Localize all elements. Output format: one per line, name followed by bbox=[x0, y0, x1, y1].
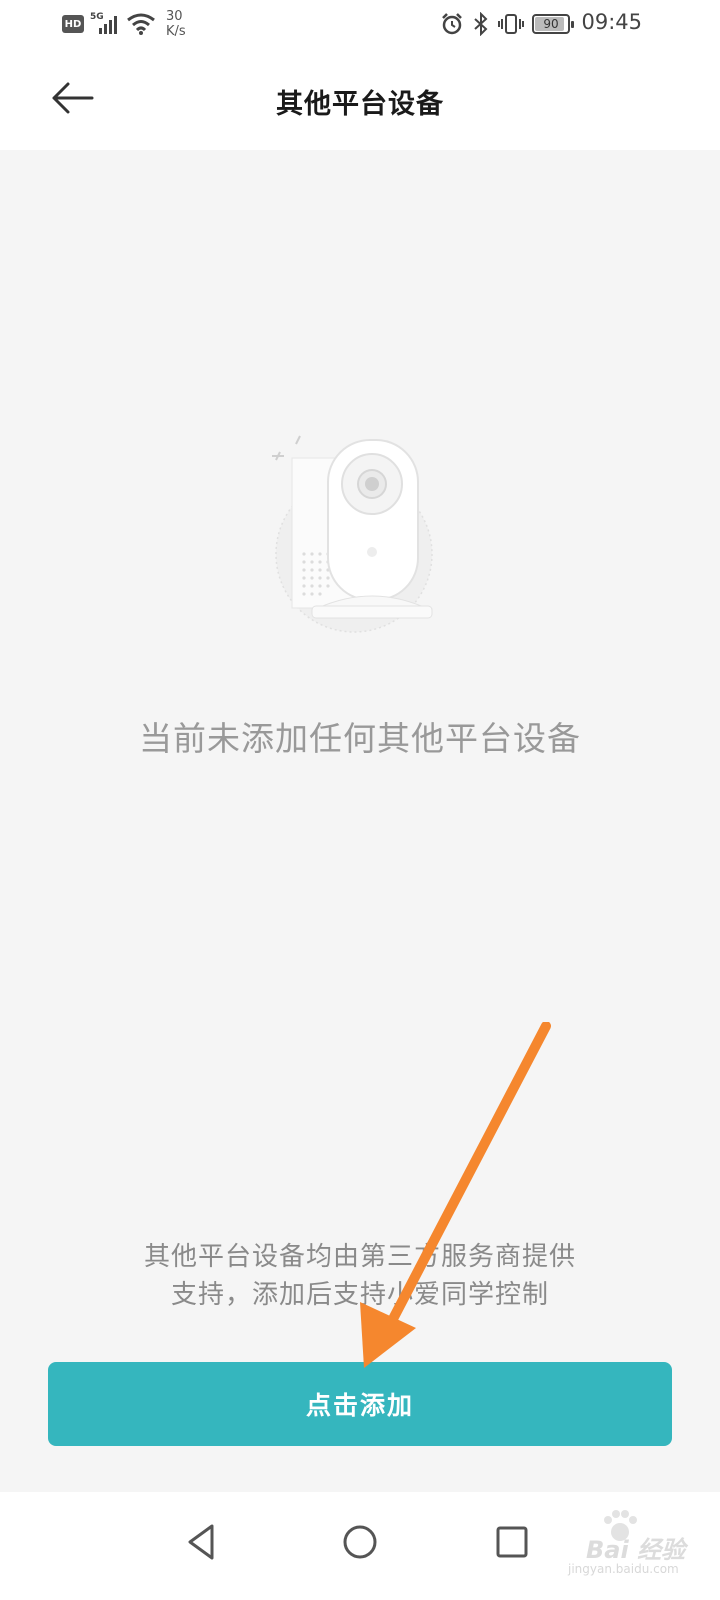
status-time: 09:45 bbox=[581, 10, 642, 34]
network-speed: 30 K/s bbox=[166, 9, 186, 39]
note-line-2: 支持，添加后支持小爱同学控制 bbox=[170, 1280, 549, 1310]
third-party-note: 其他平台设备均由第三方服务商提供 支持，添加后支持小爱同学控制 bbox=[0, 1238, 720, 1314]
main-content: 当前未添加任何其他平台设备 其他平台设备均由第三方服务商提供 支持，添加后支持小… bbox=[0, 150, 720, 1492]
battery-level: 90 bbox=[543, 17, 559, 31]
baidu-watermark: Bai 经验 jingyan.baidu.com bbox=[560, 1510, 690, 1576]
page-title: 其他平台设备 bbox=[276, 89, 444, 120]
watermark-url: jingyan.baidu.com bbox=[568, 1562, 679, 1576]
signal-icon: 5G bbox=[90, 12, 120, 36]
camera-icon bbox=[272, 435, 433, 633]
nav-back-button[interactable] bbox=[172, 1512, 232, 1572]
watermark-logo-text: Bai 经验 bbox=[586, 1536, 686, 1564]
note-line-1: 其他平台设备均由第三方服务商提供 bbox=[143, 1242, 576, 1272]
battery-icon: 90 bbox=[532, 14, 574, 34]
speed-value: 30 bbox=[166, 9, 183, 24]
hd-badge: HD bbox=[62, 15, 84, 33]
status-left: HD 5G 30 K/s bbox=[62, 8, 186, 40]
home-circle-icon bbox=[343, 1525, 377, 1559]
status-bar: HD 5G 30 K/s 90 09:45 bbox=[0, 0, 720, 48]
nav-home-button[interactable] bbox=[330, 1512, 390, 1572]
back-triangle-icon bbox=[188, 1524, 214, 1560]
alarm-icon bbox=[442, 13, 462, 35]
vibrate-icon bbox=[498, 14, 524, 34]
bluetooth-icon bbox=[474, 12, 488, 36]
arrow-pointer-icon bbox=[360, 1022, 551, 1368]
add-device-button[interactable]: 点击添加 bbox=[48, 1362, 672, 1446]
recents-square-icon bbox=[496, 1526, 528, 1558]
empty-message: 当前未添加任何其他平台设备 bbox=[139, 719, 581, 758]
speed-unit: K/s bbox=[166, 24, 186, 39]
nav-recents-button[interactable] bbox=[482, 1512, 542, 1572]
status-right: 90 bbox=[440, 10, 574, 38]
wifi-icon bbox=[127, 13, 155, 35]
system-nav-bar: Bai 经验 jingyan.baidu.com bbox=[0, 1492, 720, 1600]
app-bar: 其他平台设备 bbox=[0, 48, 720, 150]
